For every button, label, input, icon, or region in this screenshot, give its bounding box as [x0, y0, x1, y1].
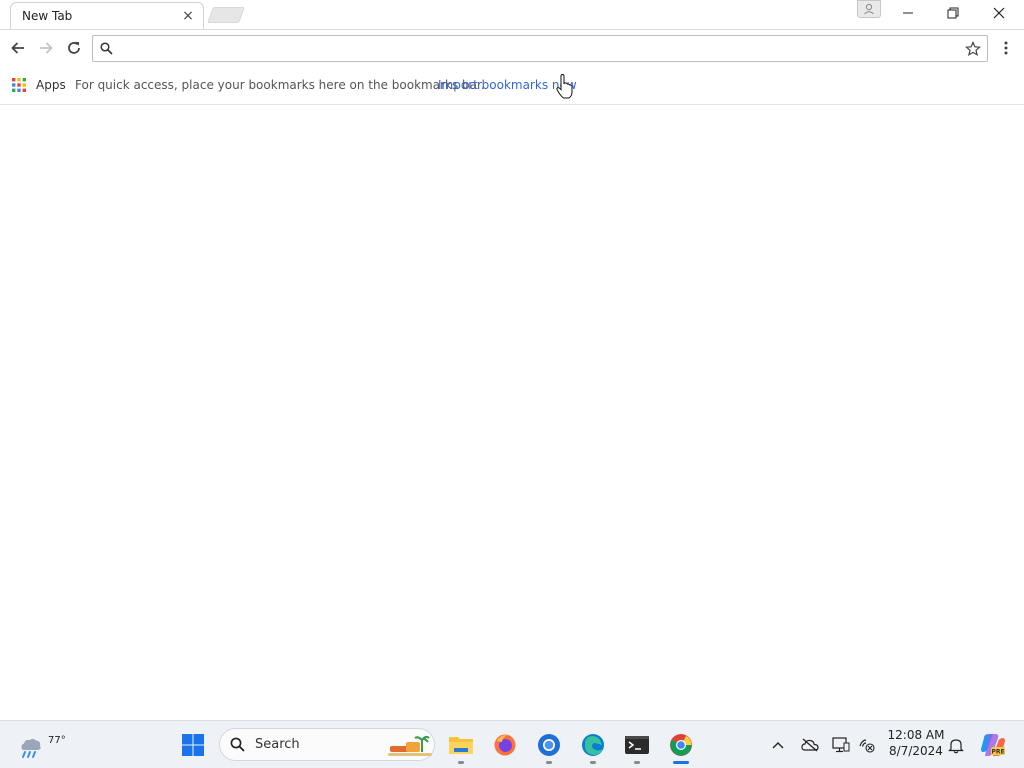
clock-time: 12:08 AM — [887, 728, 945, 742]
close-icon — [993, 7, 1005, 19]
minimize-button[interactable] — [885, 0, 931, 26]
windows-start-icon — [182, 734, 204, 756]
notifications-button[interactable] — [944, 733, 968, 757]
chrome-icon — [670, 734, 692, 756]
onedrive-tray[interactable] — [798, 733, 822, 757]
running-indicator — [546, 761, 552, 764]
bell-icon — [948, 738, 964, 753]
chromium-icon — [538, 734, 560, 756]
close-window-button[interactable] — [976, 0, 1022, 26]
bookmarks-hint-text: For quick access, place your bookmarks h… — [75, 78, 485, 92]
restore-icon — [947, 7, 959, 19]
taskbar: 77° Search 12:08 AM 8/7/2024 PRE — [0, 720, 1024, 768]
display-tray[interactable] — [829, 733, 853, 757]
hand-pointer-icon — [556, 74, 573, 99]
start-button[interactable] — [175, 727, 211, 763]
taskbar-firefox[interactable] — [487, 727, 523, 763]
running-indicator — [634, 761, 640, 764]
minimize-icon — [903, 12, 913, 14]
copilot-icon: PRE — [981, 734, 1005, 756]
address-input[interactable] — [121, 39, 955, 59]
menu-button[interactable] — [994, 36, 1018, 60]
tab-new-tab[interactable]: New Tab × — [10, 2, 204, 29]
terminal-icon — [625, 736, 649, 754]
search-label: Search — [255, 737, 300, 752]
menu-icon — [1004, 41, 1008, 55]
firefox-icon — [494, 734, 516, 756]
back-button[interactable] — [6, 36, 30, 60]
tab-title: New Tab — [22, 9, 73, 23]
cloud-offline-icon — [801, 738, 819, 752]
bookmarks-bar: Apps For quick access, place your bookma… — [0, 66, 1024, 105]
forward-button[interactable] — [34, 36, 58, 60]
display-icon — [832, 737, 850, 753]
svg-text:PRE: PRE — [991, 749, 1004, 756]
weather-temperature: 77° — [48, 735, 66, 746]
active-indicator — [673, 761, 689, 764]
person-icon — [864, 3, 874, 15]
restore-button[interactable] — [930, 0, 976, 26]
taskbar-search[interactable]: Search — [219, 728, 435, 761]
address-bar[interactable] — [92, 35, 988, 62]
reload-icon — [68, 41, 80, 54]
search-highlight-icon — [388, 735, 432, 756]
network-tray[interactable] — [855, 733, 879, 757]
copilot-button[interactable]: PRE — [979, 731, 1007, 759]
reload-button[interactable] — [62, 36, 86, 60]
apps-shortcut[interactable]: Apps — [36, 78, 66, 92]
running-indicator — [590, 761, 596, 764]
taskbar-chromium[interactable] — [531, 727, 567, 764]
taskbar-terminal[interactable] — [619, 727, 655, 764]
weather-rain-icon — [21, 738, 41, 758]
profile-button[interactable] — [857, 0, 881, 18]
search-icon — [230, 737, 245, 752]
title-bar: New Tab × — [0, 0, 1024, 29]
weather-widget[interactable]: 77° — [16, 727, 66, 763]
new-tab-button[interactable] — [207, 7, 245, 23]
taskbar-file-explorer[interactable] — [443, 727, 479, 764]
clock-date: 8/7/2024 — [889, 744, 943, 758]
back-icon — [11, 42, 24, 54]
star-icon[interactable] — [965, 41, 981, 57]
show-hidden-icons-button[interactable] — [766, 733, 790, 757]
running-indicator — [458, 761, 464, 764]
edge-icon — [582, 734, 604, 756]
forward-icon — [40, 42, 53, 54]
tab-close-icon[interactable]: × — [181, 9, 195, 23]
browser-toolbar — [0, 29, 1024, 67]
apps-icon[interactable] — [12, 78, 26, 92]
network-icon — [859, 739, 875, 753]
taskbar-chrome[interactable] — [663, 727, 699, 764]
search-icon — [100, 42, 113, 55]
taskbar-edge[interactable] — [575, 727, 611, 764]
system-clock[interactable]: 12:08 AM 8/7/2024 — [885, 727, 947, 759]
chevron-up-icon — [772, 742, 784, 749]
file-explorer-icon — [449, 737, 473, 754]
